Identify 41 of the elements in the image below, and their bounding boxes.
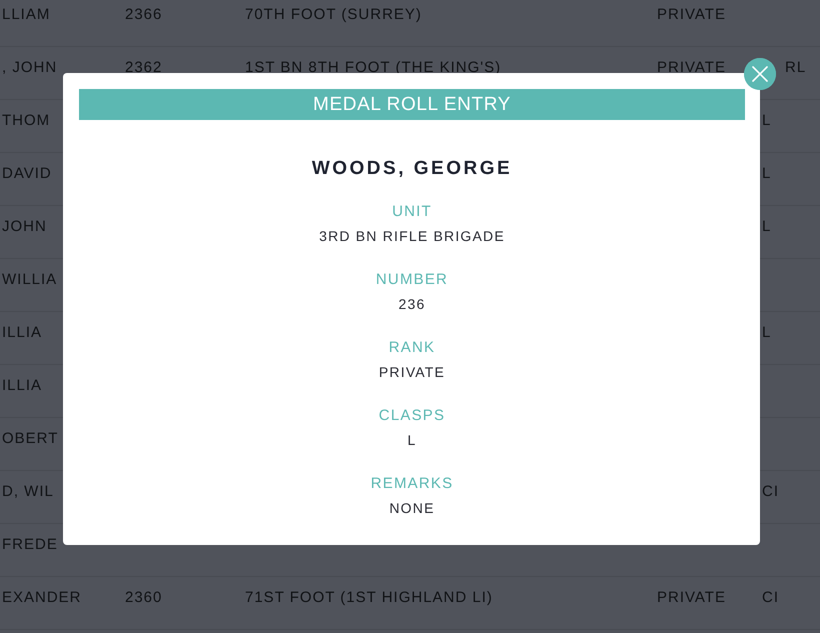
table-cell: 2362	[125, 59, 162, 76]
entry-name: WOODS, GEORGE	[310, 157, 514, 181]
table-cell: LLIAM	[2, 6, 50, 23]
table-cell: D, WIL	[2, 483, 54, 500]
table-cell: OBERT	[2, 430, 58, 447]
table-cell: FREDE	[2, 536, 58, 553]
field-label: UNIT	[391, 203, 433, 221]
table-cell: JOHN	[2, 218, 47, 235]
field-value: NONE	[388, 499, 436, 517]
field-value: 236	[398, 295, 426, 313]
table-cell: L	[762, 324, 772, 341]
table-cell: WILLIA	[2, 271, 58, 288]
table-cell: 1ST BN 8TH FOOT (THE KING'S)	[245, 59, 502, 76]
field-label: NUMBER	[374, 271, 450, 289]
table-cell: 2366	[125, 6, 162, 23]
table-cell: 70TH FOOT (SURREY)	[245, 6, 422, 23]
table-cell: CI	[762, 589, 779, 606]
table-cell: , JOHN	[2, 59, 58, 76]
table-cell: DAVID	[2, 165, 52, 182]
table-cell: PRIVATE	[657, 6, 726, 23]
table-cell: L	[762, 112, 772, 129]
table-cell: ILLIA	[2, 377, 42, 394]
field-label: CLASPS	[378, 407, 446, 425]
table-cell: THOM	[2, 112, 50, 129]
table-cell: PRIVATE	[657, 59, 726, 76]
close-button[interactable]	[744, 58, 776, 90]
field-value: PRIVATE	[378, 363, 446, 381]
table-cell: RL	[785, 59, 806, 76]
modal-title: MEDAL ROLL ENTRY	[79, 89, 745, 120]
table-cell: L	[762, 218, 772, 235]
table-cell: CI	[762, 483, 779, 500]
table-cell: L	[762, 165, 772, 182]
field-label: RANK	[388, 339, 436, 357]
table-cell: EXANDER	[2, 589, 82, 606]
field-value: 3RD BN RIFLE BRIGADE	[318, 227, 506, 245]
field-label: REMARKS	[370, 475, 454, 493]
table-cell: PRIVATE	[657, 589, 726, 606]
table-cell: 71ST FOOT (1ST HIGHLAND LI)	[245, 589, 493, 606]
table-cell: ILLIA	[2, 324, 42, 341]
field-value: L	[406, 431, 418, 449]
table-cell: 2360	[125, 589, 162, 606]
